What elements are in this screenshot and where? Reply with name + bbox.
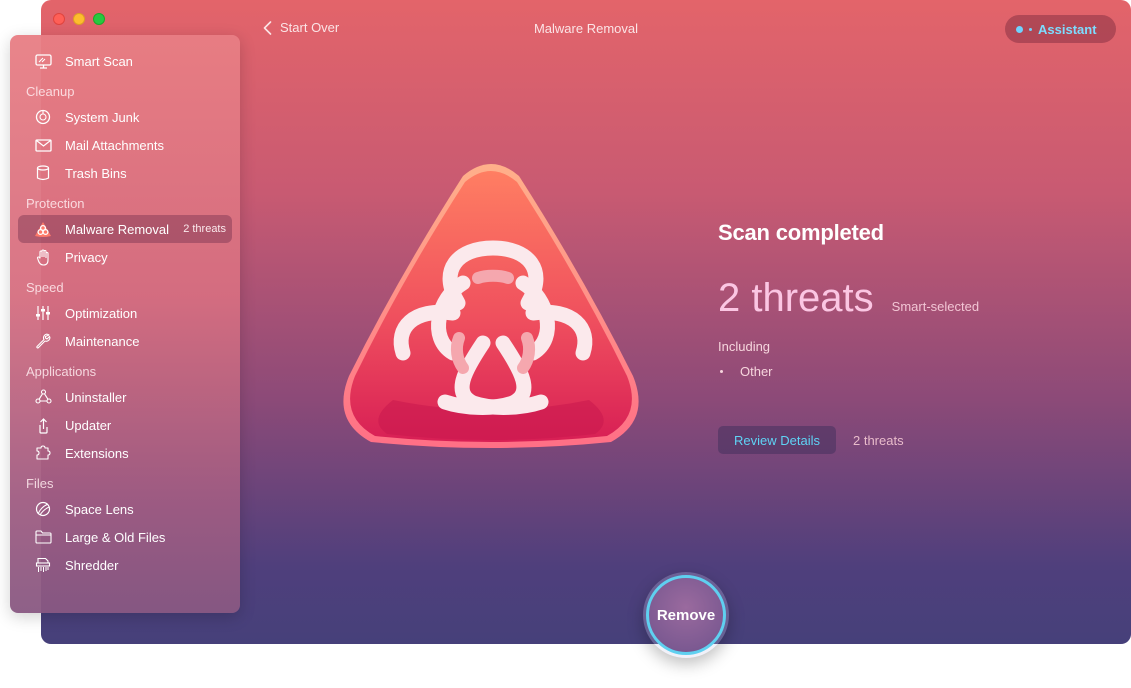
uninstaller-icon — [34, 388, 52, 406]
updater-icon — [34, 416, 52, 434]
sidebar-item-label: Smart Scan — [65, 53, 133, 69]
scan-result-panel: Scan completed 2 threats Smart-selected … — [718, 220, 1098, 454]
sidebar-item-updater[interactable]: Updater — [18, 411, 232, 439]
sidebar-item-maintenance[interactable]: Maintenance — [18, 327, 232, 355]
sidebar-item-label: System Junk — [65, 109, 140, 125]
sidebar-item-privacy[interactable]: Privacy — [18, 243, 232, 271]
sidebar-item-uninstaller[interactable]: Uninstaller — [18, 383, 232, 411]
smart-selected-label: Smart-selected — [891, 299, 980, 314]
sidebar-section-cleanup: Cleanup — [26, 84, 75, 99]
sidebar-item-malware-removal[interactable]: Malware Removal 2 threats — [18, 215, 232, 243]
sidebar-item-extensions[interactable]: Extensions — [18, 439, 232, 467]
sidebar-item-label: Large & Old Files — [65, 529, 166, 545]
assistant-dot-icon — [1016, 25, 1023, 33]
threats-count: 2 threats — [718, 276, 874, 320]
sidebar-item-optimization[interactable]: Optimization — [18, 299, 232, 327]
sidebar-item-label: Updater — [65, 417, 112, 433]
remove-button-ring: Remove — [643, 572, 729, 658]
sidebar: Smart Scan Cleanup System Junk Mail Atta… — [10, 35, 240, 613]
sidebar-item-large-old-files[interactable]: Large & Old Files — [18, 523, 232, 551]
space-lens-icon — [34, 500, 52, 518]
sidebar-section-files: Files — [26, 476, 54, 491]
sidebar-item-trash-bins[interactable]: Trash Bins — [18, 159, 232, 187]
sidebar-item-space-lens[interactable]: Space Lens — [18, 495, 232, 523]
review-threats-count: 2 threats — [853, 432, 904, 448]
sidebar-item-label: Shredder — [65, 557, 119, 573]
window-title: Malware Removal — [533, 21, 639, 36]
review-details-button[interactable]: Review Details — [718, 426, 836, 454]
sidebar-item-label: Uninstaller — [65, 389, 127, 405]
biohazard-icon — [34, 220, 52, 238]
system-junk-icon — [34, 108, 52, 126]
sidebar-item-smart-scan[interactable]: Smart Scan — [18, 47, 232, 75]
shredder-icon — [34, 556, 52, 574]
monitor-icon — [34, 52, 52, 70]
wrench-icon — [34, 332, 52, 350]
biohazard-hero-icon — [343, 164, 639, 448]
mail-icon — [34, 136, 52, 154]
sidebar-item-label: Malware Removal — [65, 221, 170, 237]
folder-icon — [34, 528, 52, 546]
sidebar-item-label: Extensions — [65, 445, 129, 461]
sidebar-section-applications: Applications — [26, 364, 97, 379]
assistant-button[interactable]: Assistant — [1005, 15, 1116, 43]
sidebar-item-label: Trash Bins — [65, 165, 127, 181]
sidebar-item-system-junk[interactable]: System Junk — [18, 103, 232, 131]
threat-category-item: Other — [718, 364, 1098, 379]
review-row: Review Details 2 threats — [718, 426, 1098, 454]
remove-button[interactable]: Remove — [646, 575, 726, 655]
sidebar-item-label: Privacy — [65, 249, 108, 265]
sidebar-item-label: Optimization — [65, 305, 138, 321]
sidebar-item-label: Mail Attachments — [65, 137, 164, 153]
including-label: Including — [718, 339, 771, 354]
scan-completed-title: Scan completed — [718, 220, 884, 245]
sliders-icon — [34, 304, 52, 322]
sidebar-section-protection: Protection — [26, 196, 85, 211]
sidebar-item-label: Space Lens — [65, 501, 134, 517]
assistant-label: Assistant — [1038, 21, 1097, 37]
assistant-small-dot-icon — [1029, 27, 1032, 31]
bullet-icon — [720, 370, 723, 373]
sidebar-item-label: Maintenance — [65, 333, 140, 349]
sidebar-item-mail-attachments[interactable]: Mail Attachments — [18, 131, 232, 159]
hand-icon — [34, 248, 52, 266]
threat-category-label: Other — [740, 364, 773, 379]
extensions-icon — [34, 444, 52, 462]
threat-count-badge: 2 threats — [183, 223, 226, 235]
sidebar-section-speed: Speed — [26, 280, 64, 295]
sidebar-item-shredder[interactable]: Shredder — [18, 551, 232, 579]
threats-summary: 2 threats Smart-selected — [718, 276, 1098, 321]
trash-icon — [34, 164, 52, 182]
